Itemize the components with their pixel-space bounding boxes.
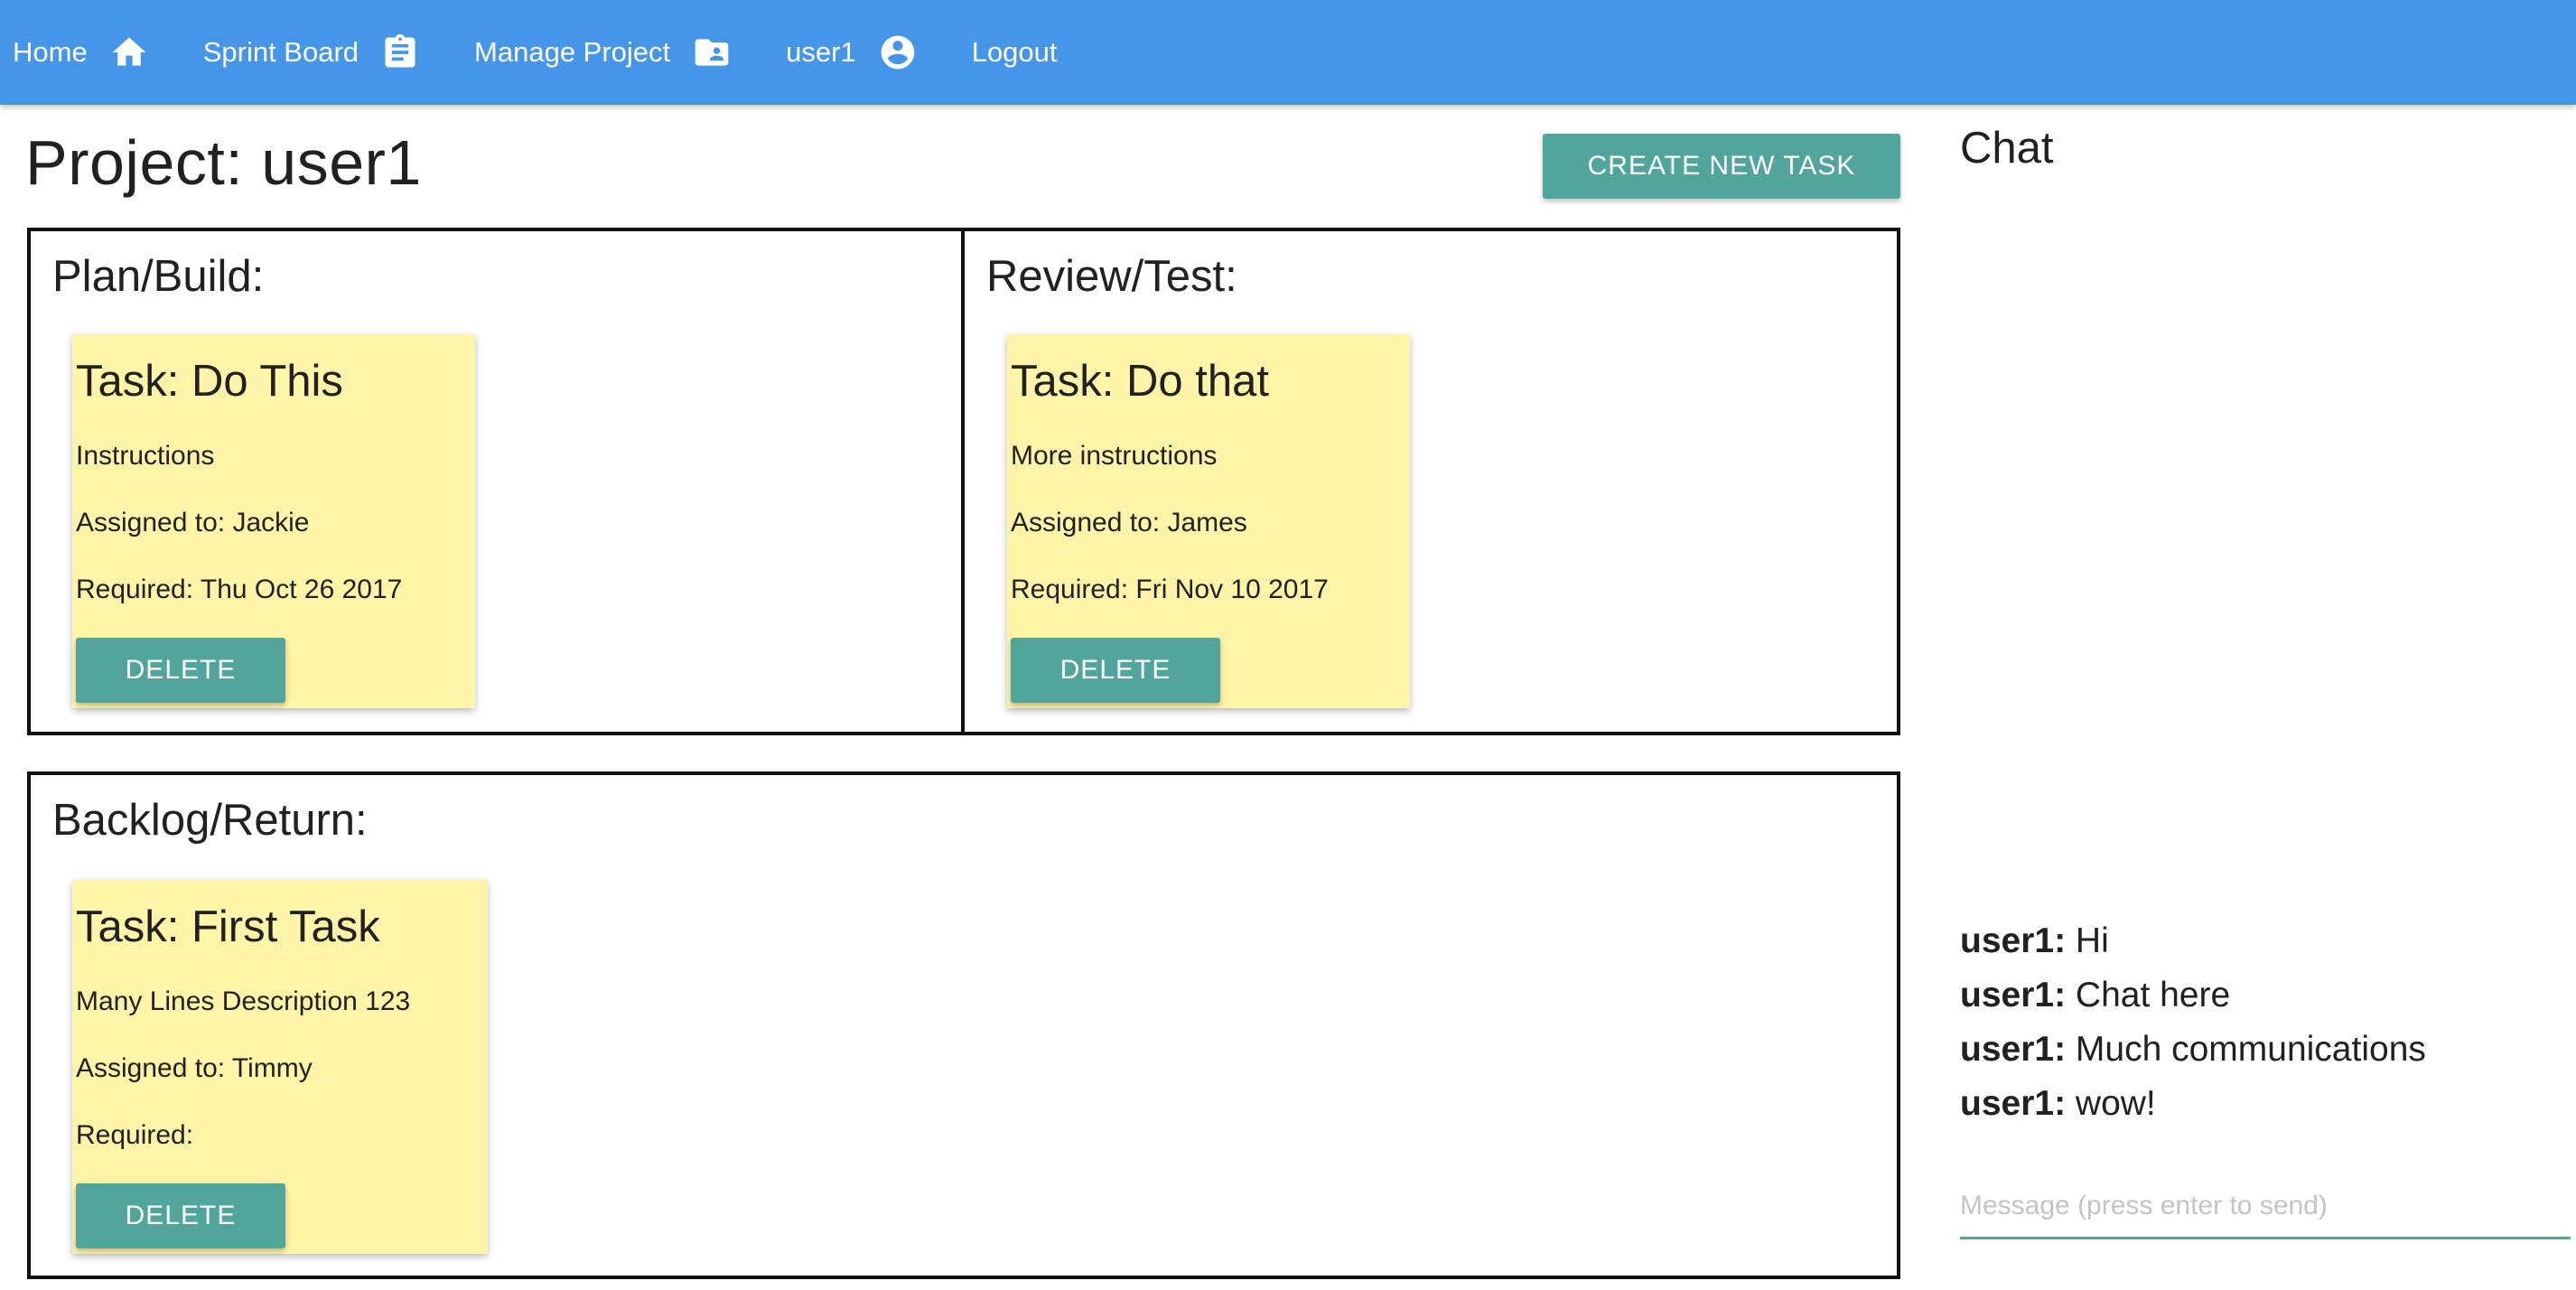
- nav-user-label: user1: [786, 36, 856, 68]
- nav-logout-label: Logout: [971, 36, 1058, 68]
- nav-sprint-board-label: Sprint Board: [202, 36, 359, 68]
- chat-message-user: user1:: [1960, 921, 2067, 960]
- chat-message-text: wow!: [2066, 1084, 2156, 1123]
- chat-message-user: user1:: [1960, 1084, 2067, 1123]
- chat-message-user: user1:: [1960, 1030, 2067, 1069]
- task-card[interactable]: Task: Do that More instructions Assigned…: [1007, 334, 1410, 708]
- nav-home[interactable]: Home: [13, 0, 149, 105]
- task-description: More instructions: [1011, 441, 1218, 471]
- create-new-task-button[interactable]: CREATE NEW TASK: [1543, 134, 1900, 199]
- chat-message-user: user1:: [1960, 976, 2067, 1014]
- task-required-date: Required: Thu Oct 26 2017: [76, 575, 403, 604]
- task-required-date: Required:: [76, 1120, 194, 1150]
- home-icon: [109, 33, 149, 72]
- task-required-date: Required: Fri Nov 10 2017: [1011, 575, 1329, 604]
- task-title: Task: Do that: [1011, 357, 1269, 406]
- lane-title: Backlog/Return:: [52, 796, 368, 845]
- chat-message: user1: Chat here: [1960, 968, 2426, 1023]
- chat-message-text: Chat here: [2066, 976, 2231, 1014]
- lane-review-test: Review/Test: Task: Do that More instruct…: [961, 228, 1900, 735]
- chat-message: user1: Much communications: [1960, 1023, 2426, 1077]
- task-card[interactable]: Task: First Task Many Lines Description …: [72, 880, 488, 1254]
- task-card[interactable]: Task: Do This Instructions Assigned to: …: [72, 334, 475, 708]
- nav-home-label: Home: [13, 36, 88, 68]
- delete-task-button[interactable]: DELETE: [76, 638, 285, 703]
- chat-message: user1: wow!: [1960, 1077, 2426, 1131]
- task-title: Task: Do This: [76, 357, 343, 406]
- lane-title: Review/Test:: [986, 252, 1237, 301]
- delete-task-button[interactable]: DELETE: [1011, 638, 1220, 703]
- chat-message-input[interactable]: [1960, 1174, 2571, 1239]
- page-title: Project: user1: [25, 127, 422, 198]
- task-title: Task: First Task: [76, 902, 380, 951]
- nav-manage-project-label: Manage Project: [474, 36, 671, 68]
- top-navbar: Home Sprint Board Manage Project user1 L…: [0, 0, 2576, 105]
- chat-message: user1: Hi: [1960, 914, 2426, 968]
- nav-logout[interactable]: Logout: [972, 0, 1058, 105]
- lane-plan-build: Plan/Build: Task: Do This Instructions A…: [27, 228, 965, 735]
- chat-message-list: user1: Hi user1: Chat here user1: Much c…: [1960, 914, 2426, 1131]
- task-assignee: Assigned to: Timmy: [76, 1053, 313, 1083]
- chat-message-text: Much communications: [2066, 1030, 2426, 1069]
- nav-sprint-board[interactable]: Sprint Board: [203, 0, 420, 105]
- account-circle-icon: [878, 33, 918, 72]
- clipboard-icon: [380, 33, 420, 72]
- task-description: Instructions: [76, 441, 215, 471]
- nav-user[interactable]: user1: [786, 0, 918, 105]
- chat-title: Chat: [1960, 124, 2054, 173]
- chat-message-text: Hi: [2066, 921, 2109, 960]
- task-description: Many Lines Description 123: [76, 986, 411, 1016]
- task-assignee: Assigned to: Jackie: [76, 508, 310, 538]
- lane-title: Plan/Build:: [52, 252, 265, 301]
- delete-task-button[interactable]: DELETE: [76, 1183, 285, 1248]
- folder-account-icon: [692, 33, 732, 72]
- lane-backlog-return: Backlog/Return: Task: First Task Many Li…: [27, 771, 1900, 1279]
- task-assignee: Assigned to: James: [1011, 508, 1247, 538]
- nav-manage-project[interactable]: Manage Project: [474, 0, 732, 105]
